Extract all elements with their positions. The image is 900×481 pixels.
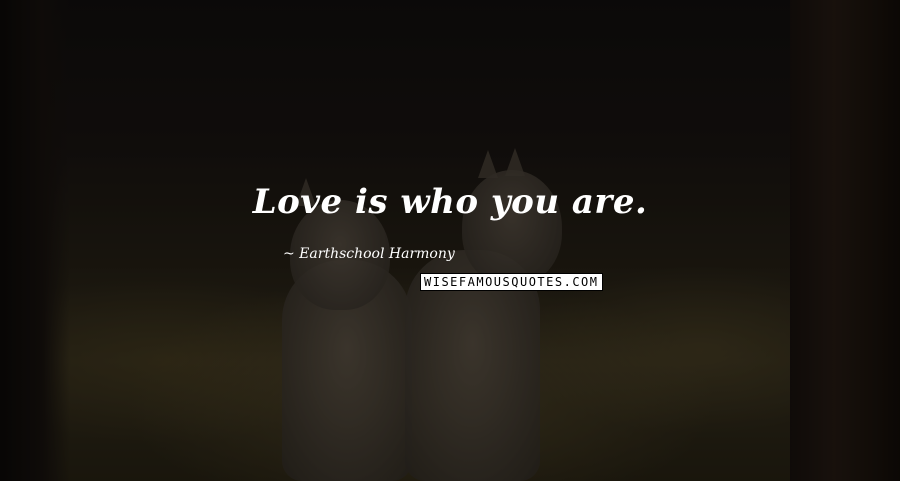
quote-image: Love is who you are. ~ Earthschool Harmo… — [0, 0, 900, 481]
quote-author: ~ Earthschool Harmony — [283, 246, 455, 262]
dark-overlay — [0, 0, 900, 481]
watermark-logo: WISEFAMOUSQUOTES.COM — [420, 273, 603, 291]
quote-text: Love is who you are. — [252, 182, 648, 222]
